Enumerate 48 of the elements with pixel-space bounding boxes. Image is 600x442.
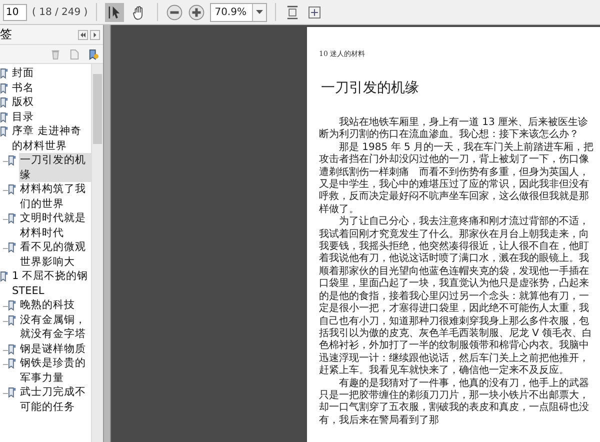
page-count: ( 18 / 249 ) <box>32 6 88 18</box>
bookmark-item[interactable]: 武士刀完成不可能的任务 <box>19 385 91 414</box>
bookmark-item[interactable]: 晚熟的科技 <box>19 298 76 312</box>
collapse-icon[interactable] <box>78 30 88 40</box>
bookmark-icon <box>8 344 17 354</box>
bookmark-icon <box>8 213 17 224</box>
bookmark-icon <box>0 126 9 137</box>
bookmark-item[interactable]: 钢是谜样物质 <box>19 342 87 356</box>
body-paragraph: 我站在地铁车厢里，身上有一道 13 厘米、后来被医生诊断为利刃割的伤口在流血渗血。我心想：接下来该怎么办？ <box>319 117 590 142</box>
body-paragraph: 为了让自己分心，我去注意疼痛和刚才流过背部的不适，我试着回刚才究竟发生了什么。那家伙在月台上朝我走来，向我要钱，我摇头拒绝，他突然凑得很近，让人很不自在，他盯着我说他有刀，他说这话时喷了满口水，溅在我的眼镜上。我顺着那家伙的目光望向他蓝色连帽夹克的袋，发现他一手插在口袋里，里面凸起了一块，我直觉认为他只是虚张势，凸起来的是他的食指，接着我心里闪过另一个念头：就算他有刀，一定是很小一把，才塞得进口袋里，因此绝不可能伤人太重，我自己也有小刀，知道那种刀很难刺穿我身上那么多件衣服，包括我引以为傲的皮克、灰色羊毛西装制服、尼龙 V 领毛衣、白色棉衬衫，外加打了一半的纹制服领带和棉背心内衣。我脑中迅速浮现一计：继续跟他说话，然后车门关上之前把他推开，赶紧上车。我看见车就快来了，确信他一定来不及反应。 <box>319 216 594 378</box>
bookmark-item[interactable]: 序章 走进神奇的材料世界 <box>11 124 91 153</box>
bookmark-item[interactable]: 没有金属铜，就没有金字塔 <box>19 312 91 342</box>
zoom-out-icon[interactable] <box>166 4 183 20</box>
bookmark-icon <box>0 82 9 94</box>
bookmark-item[interactable]: 文明时代就是材料时代 <box>19 211 91 240</box>
bookmark-item[interactable]: 书名 <box>11 80 35 95</box>
bookmark-icon <box>0 97 9 108</box>
bookmark-icon <box>0 68 9 79</box>
fit-width-icon[interactable] <box>306 4 324 20</box>
bookmark-item[interactable]: 目录 <box>11 110 35 124</box>
bookmark-item[interactable]: 一刀引发的机缘 <box>19 153 91 182</box>
bookmark-item[interactable]: 版权 <box>11 95 35 110</box>
panel-title: 签 <box>0 26 12 43</box>
bookmark-icon <box>8 155 17 166</box>
bookmark-icon <box>0 271 9 282</box>
body-paragraph: 有趣的是我猜对了一件事，他真的没有刀，他手上的武器只是一把胶带缠住的剃须刀刀片，那一块小铁片不出邮票大，却一口气割穿了五衣服，割破我的表皮和真皮，一点阻碍也没有，我后来在警局看到了那 <box>319 378 590 428</box>
bookmark-icon <box>8 387 17 398</box>
zoom-field[interactable]: 70.9% <box>210 2 268 22</box>
select-tool-icon[interactable] <box>104 2 124 22</box>
bookmark-item[interactable]: 封面 <box>11 66 35 80</box>
bookmark-icon <box>8 314 17 326</box>
scrollbar[interactable] <box>91 64 103 442</box>
bookmark-item[interactable]: 材料构筑了我们的世界 <box>19 182 91 211</box>
bookmark-item[interactable]: 看不见的微观世界影响大 <box>19 240 91 269</box>
bookmark-icon <box>8 300 17 311</box>
bookmark-options-icon[interactable] <box>88 48 99 60</box>
caret-icon <box>256 10 264 14</box>
expand-icon[interactable] <box>90 30 100 40</box>
bookmark-icon <box>8 184 17 195</box>
body-paragraph: 那是 1985 年 5 月的一天，我在车门关上前踏进车厢，把攻击者挡在门外却没闪过他的一刀，背上被划了一下，伤口像遭剃纸割伤一样刺痛 而看不到伤势有多重，但身为英国人，又是中学生，我心中的难堪压过了应的常识，因此我非但没有呼救，反而决定最好闷不吭声坐车回家，这么做很但我就是那样做了。 <box>319 142 595 216</box>
bookmark-icon <box>8 242 17 253</box>
zoom-in-icon[interactable] <box>188 4 205 20</box>
bookmark-item[interactable]: 钢铁是珍贵的军事力量 <box>19 356 91 385</box>
bookmark-icon <box>8 358 17 369</box>
bookmark-icon <box>0 112 9 122</box>
page-number-field[interactable]: 10 <box>3 4 27 20</box>
section-heading: 一刀引发的机缘 <box>321 79 420 97</box>
bookmark-item[interactable]: 1 不屈不挠的钢STEEL <box>11 269 91 298</box>
